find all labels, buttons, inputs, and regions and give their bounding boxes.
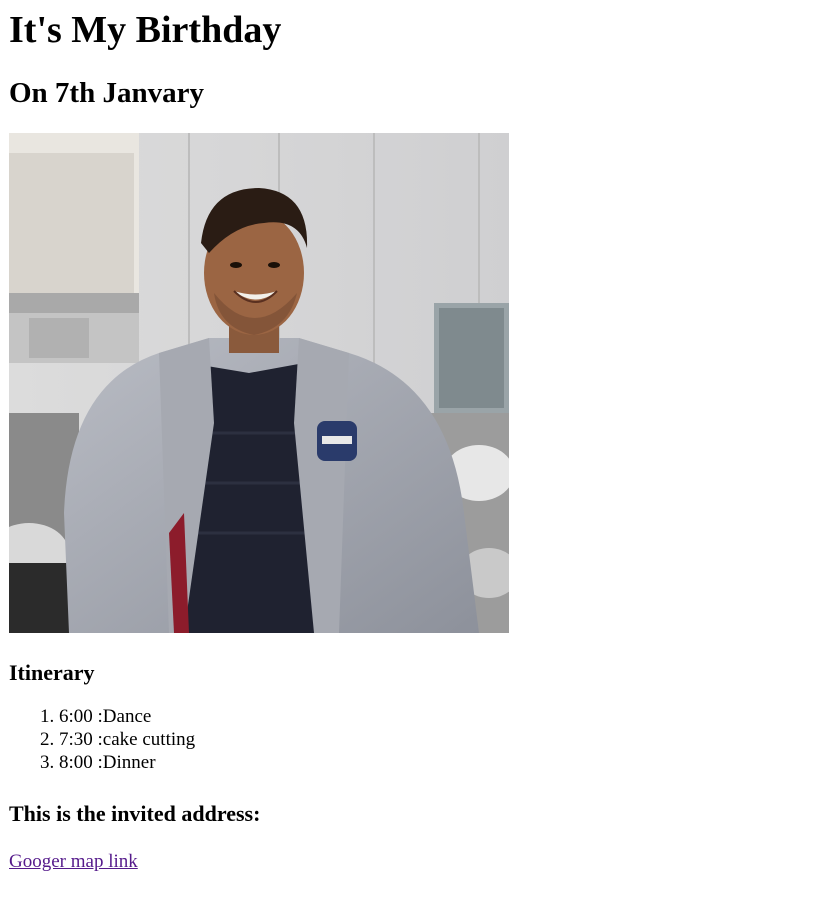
address-paragraph: Googer map link	[9, 850, 815, 874]
address-heading: This is the invited address:	[9, 801, 261, 826]
list-item: 6:00 :Dance	[59, 705, 815, 728]
birthday-photo	[9, 133, 509, 633]
itinerary-list: 6:00 :Dance 7:30 :cake cutting 8:00 :Din…	[9, 705, 815, 774]
itinerary-heading: Itinerary	[9, 660, 95, 685]
map-link[interactable]: Googer map link	[9, 851, 138, 872]
list-item: 8:00 :Dinner	[59, 751, 815, 774]
page-title: It's My Birthday	[9, 9, 282, 51]
date-heading: On 7th Janvary	[9, 77, 204, 109]
list-item: 7:30 :cake cutting	[59, 728, 815, 751]
